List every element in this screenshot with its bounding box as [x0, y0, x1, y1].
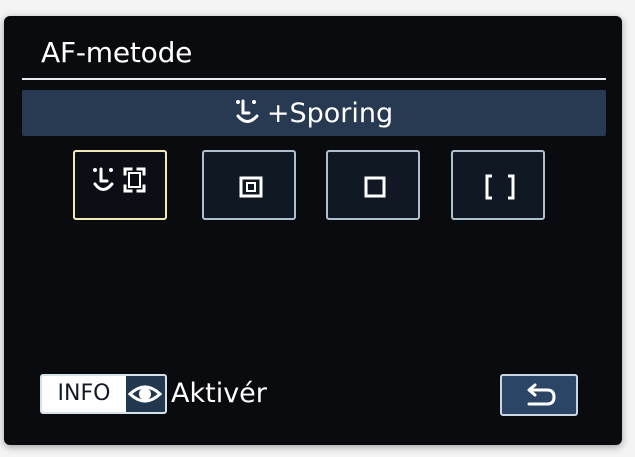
selected-mode-label: +Sporing [266, 97, 394, 129]
eye-icon [127, 385, 163, 403]
selected-mode-banner: +Sporing [22, 90, 606, 136]
face-tracking-icon [235, 99, 259, 123]
single-point-af-icon [364, 176, 386, 198]
zone-af-icon [485, 174, 515, 200]
face-tracking-icon [93, 167, 146, 193]
info-label: INFO [42, 376, 126, 412]
camera-menu-screen: AF-metode +Sporing INFO Aktivér [4, 16, 622, 445]
return-arrow-icon [527, 383, 556, 406]
back-button[interactable] [500, 374, 578, 416]
af-option-spot-af[interactable] [202, 150, 296, 220]
title-divider [22, 78, 606, 80]
af-option-face-tracking[interactable] [73, 150, 167, 220]
selected-mode-content: +Sporing [22, 90, 606, 136]
af-option-1-point-af[interactable] [326, 150, 420, 220]
activate-label: Aktivér [171, 378, 267, 409]
af-option-zone-af[interactable] [451, 150, 545, 220]
spot-af-icon [239, 176, 263, 198]
info-button[interactable]: INFO [40, 374, 167, 414]
page-title: AF-metode [41, 36, 193, 69]
